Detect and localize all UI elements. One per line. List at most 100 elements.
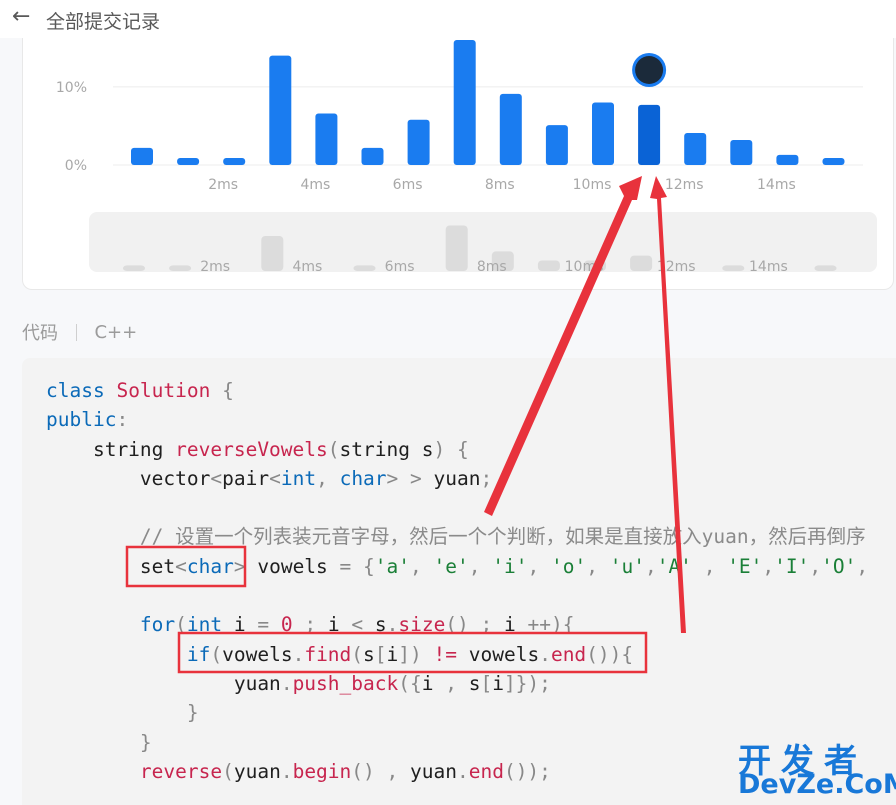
code-token: char [339, 466, 387, 490]
code-token: ( [351, 642, 364, 666]
code-line: public: [46, 408, 128, 431]
bar [730, 140, 753, 165]
bar [776, 154, 799, 165]
overview-tick-label: 14ms [749, 259, 788, 275]
code-token: 'o' [550, 554, 587, 578]
code-token: reverse [139, 759, 223, 783]
code-token: int [280, 466, 317, 490]
overview-tick-label: 8ms [477, 259, 507, 275]
code-token: 'A' [656, 554, 692, 578]
x-tick-label: 14ms [757, 177, 796, 193]
code-token: [ [374, 642, 387, 666]
x-tick-label: 6ms [393, 177, 423, 193]
code-token: size [398, 613, 446, 637]
code-token: > [233, 554, 246, 578]
code-token: () [445, 613, 469, 637]
y-tick-label: 10% [56, 80, 87, 96]
code-token: int [186, 613, 223, 637]
code-token: { [363, 554, 375, 578]
code-token: . [280, 671, 293, 695]
overview-bar [169, 265, 192, 271]
code-token: find [304, 642, 352, 666]
code-token: ({ [398, 671, 422, 695]
code-token: } [139, 730, 152, 754]
code-line: } [46, 701, 199, 724]
code-token: if [186, 642, 211, 666]
code-line: class Solution { [46, 379, 234, 402]
overview-bar [814, 265, 837, 271]
code-token: , [316, 466, 328, 490]
overview-bar [445, 225, 468, 271]
code-line: if(vowels.find(s[i]) != vowels.end()){ [186, 642, 634, 666]
code-token: ; [480, 466, 493, 490]
code-token: ()); [503, 759, 551, 783]
bar [361, 147, 384, 165]
code-token: for [139, 613, 176, 637]
code-token: } [186, 701, 199, 725]
code-token: ++){ [527, 613, 575, 637]
code-token: , [856, 554, 869, 578]
overview-tick-label: 4ms [292, 259, 322, 275]
y-tick-label: 0% [65, 158, 87, 174]
code-token: , [386, 759, 399, 783]
bar [407, 119, 430, 165]
code-token: 'i' [492, 554, 528, 578]
code-token: 'I' [774, 554, 810, 578]
code-token: , [410, 554, 422, 578]
code-line: string reverseVowels(string s) { [46, 437, 469, 461]
code-token: : [116, 408, 129, 432]
code-token: , [644, 554, 657, 578]
code-token: ( [210, 642, 223, 666]
x-tick-label: 2ms [208, 177, 238, 193]
code-token: = [257, 613, 270, 637]
bar [223, 157, 246, 165]
code-token: < [210, 466, 223, 490]
language-name: C++ [94, 321, 138, 343]
overview-bar [123, 265, 145, 271]
code-token: , [809, 554, 822, 578]
code-token: . [280, 759, 293, 783]
code-token: 'O' [821, 554, 857, 578]
bar [177, 157, 200, 165]
overview-bar [630, 255, 653, 271]
bar [131, 147, 153, 165]
code-token: Solution [116, 379, 211, 402]
code-line: vector<pair<int, char> > yuan; [46, 466, 493, 490]
code-token: = [339, 554, 352, 578]
code-token: , [703, 554, 716, 578]
code-token: push_back [292, 671, 399, 695]
code-token: reverseVowels [175, 437, 328, 461]
overview-tick-label: 10ms [565, 259, 604, 275]
code-token: ]}); [503, 671, 551, 695]
overview-bar [353, 265, 376, 271]
code-token: ]) [398, 642, 422, 666]
code-token: { [456, 437, 469, 461]
code-token: end [468, 759, 504, 783]
code-token: 0 [280, 613, 293, 637]
code-token: != [433, 642, 458, 666]
code-line: reverse(yuan.begin() , yuan.end()); [139, 759, 551, 783]
runtime-distribution-card: 10% 0% 2ms 4ms 6ms 8ms 10ms 12ms 14ms 2ms 4ms 6ms 8m… [22, 38, 894, 290]
code-token: begin [292, 759, 352, 783]
x-tick-label: 12ms [665, 177, 704, 193]
overview-bar [261, 236, 284, 271]
top-bar: ← 全部提交记录 [0, 0, 896, 38]
code-token: < [269, 466, 281, 490]
code-token: . [539, 642, 551, 666]
bar [638, 104, 661, 165]
arrow-left-icon[interactable]: ← [12, 4, 30, 29]
code-token: > [386, 466, 399, 490]
code-token: , [468, 554, 481, 578]
code-token: 'e' [433, 554, 469, 578]
bar [453, 40, 476, 165]
code-line: set<char> vowels = {'a', 'e', 'i', 'o', … [46, 554, 869, 578]
code-token: . [292, 642, 305, 666]
divider [75, 323, 77, 341]
bar [822, 157, 845, 165]
code-token: ( [222, 759, 234, 783]
code-token: char [186, 554, 234, 578]
bar [315, 113, 338, 165]
avatar [635, 56, 664, 84]
code-token: end [550, 642, 587, 666]
code-line: yuan.push_back({i , s[i]}); [46, 671, 551, 695]
